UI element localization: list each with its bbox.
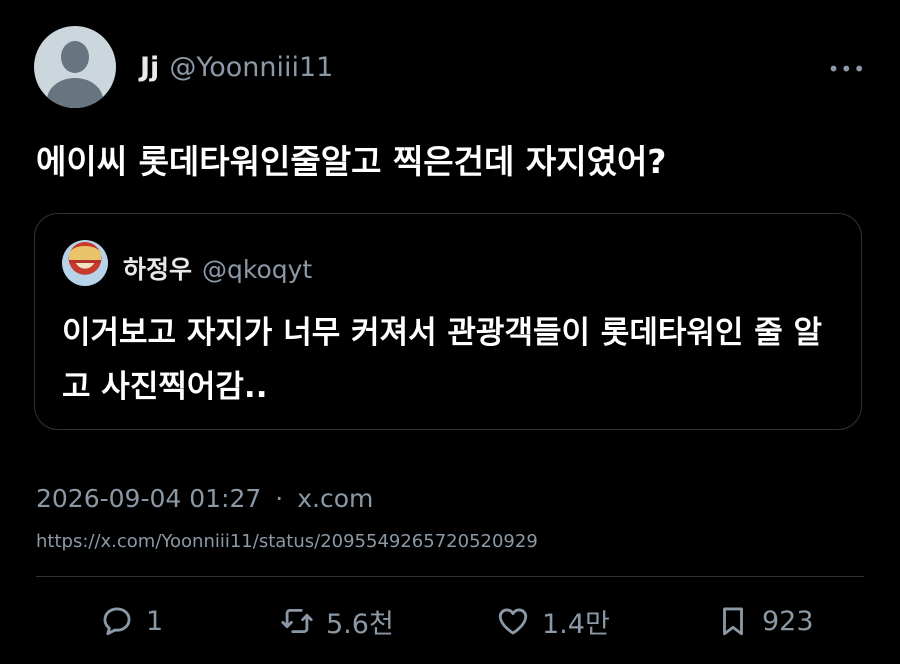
like-count: 1.4만 (542, 608, 610, 640)
reply-button[interactable]: 1 (100, 596, 163, 646)
quoted-name-row: 하정우 @qkoqyt (123, 250, 312, 286)
avatar-hat-shape (69, 246, 101, 263)
like-icon (498, 608, 528, 635)
author-handle[interactable]: @Yoonniii11 (169, 52, 333, 83)
bookmark-button[interactable]: 923 (716, 596, 814, 646)
author-avatar[interactable] (34, 26, 116, 108)
like-button[interactable]: 1.4만 (496, 596, 610, 646)
more-icon[interactable]: ••• (828, 57, 866, 81)
reply-count: 1 (146, 605, 164, 637)
reply-icon (103, 607, 131, 636)
bookmark-icon (723, 607, 743, 636)
quoted-avatar[interactable] (62, 240, 108, 286)
divider (36, 576, 864, 577)
quoted-text: 이거보고 자지가 너무 커져서 관광객들이 롯데타워인 줄 알고 사진찍어감.. (62, 315, 823, 405)
tweet-meta: 2026-09-04 01:27 · x.com (36, 484, 373, 513)
avatar-head-shape (61, 41, 89, 73)
retweet-count: 5.6천 (326, 608, 394, 640)
quoted-tweet[interactable]: 하정우 @qkoqyt 이거보고 자지가 너무 커져서 관광객들이 롯데타워인 줄… (34, 213, 862, 430)
quoted-handle: @qkoqyt (202, 255, 313, 284)
retweet-button[interactable]: 5.6천 (280, 596, 394, 646)
quoted-display-name: 하정우 (123, 255, 193, 284)
author-name-row: Jj @Yoonniii11 (140, 52, 333, 83)
retweet-icon (281, 608, 313, 634)
author-display-name[interactable]: Jj (140, 52, 159, 83)
tweet-url[interactable]: https://x.com/Yoonniii11/status/20955492… (36, 531, 538, 552)
tweet-text: 에이씨 롯데타워인줄알고 찍은건데 자지였어? (36, 142, 667, 181)
timestamp[interactable]: 2026-09-04 01:27 (36, 484, 261, 513)
meta-separator: · (275, 484, 284, 513)
action-bar: 1 5.6천 1.4만 923 (0, 596, 900, 646)
avatar-body-shape (47, 78, 103, 108)
bookmark-count: 923 (762, 605, 814, 637)
source-link[interactable]: x.com (297, 484, 373, 513)
